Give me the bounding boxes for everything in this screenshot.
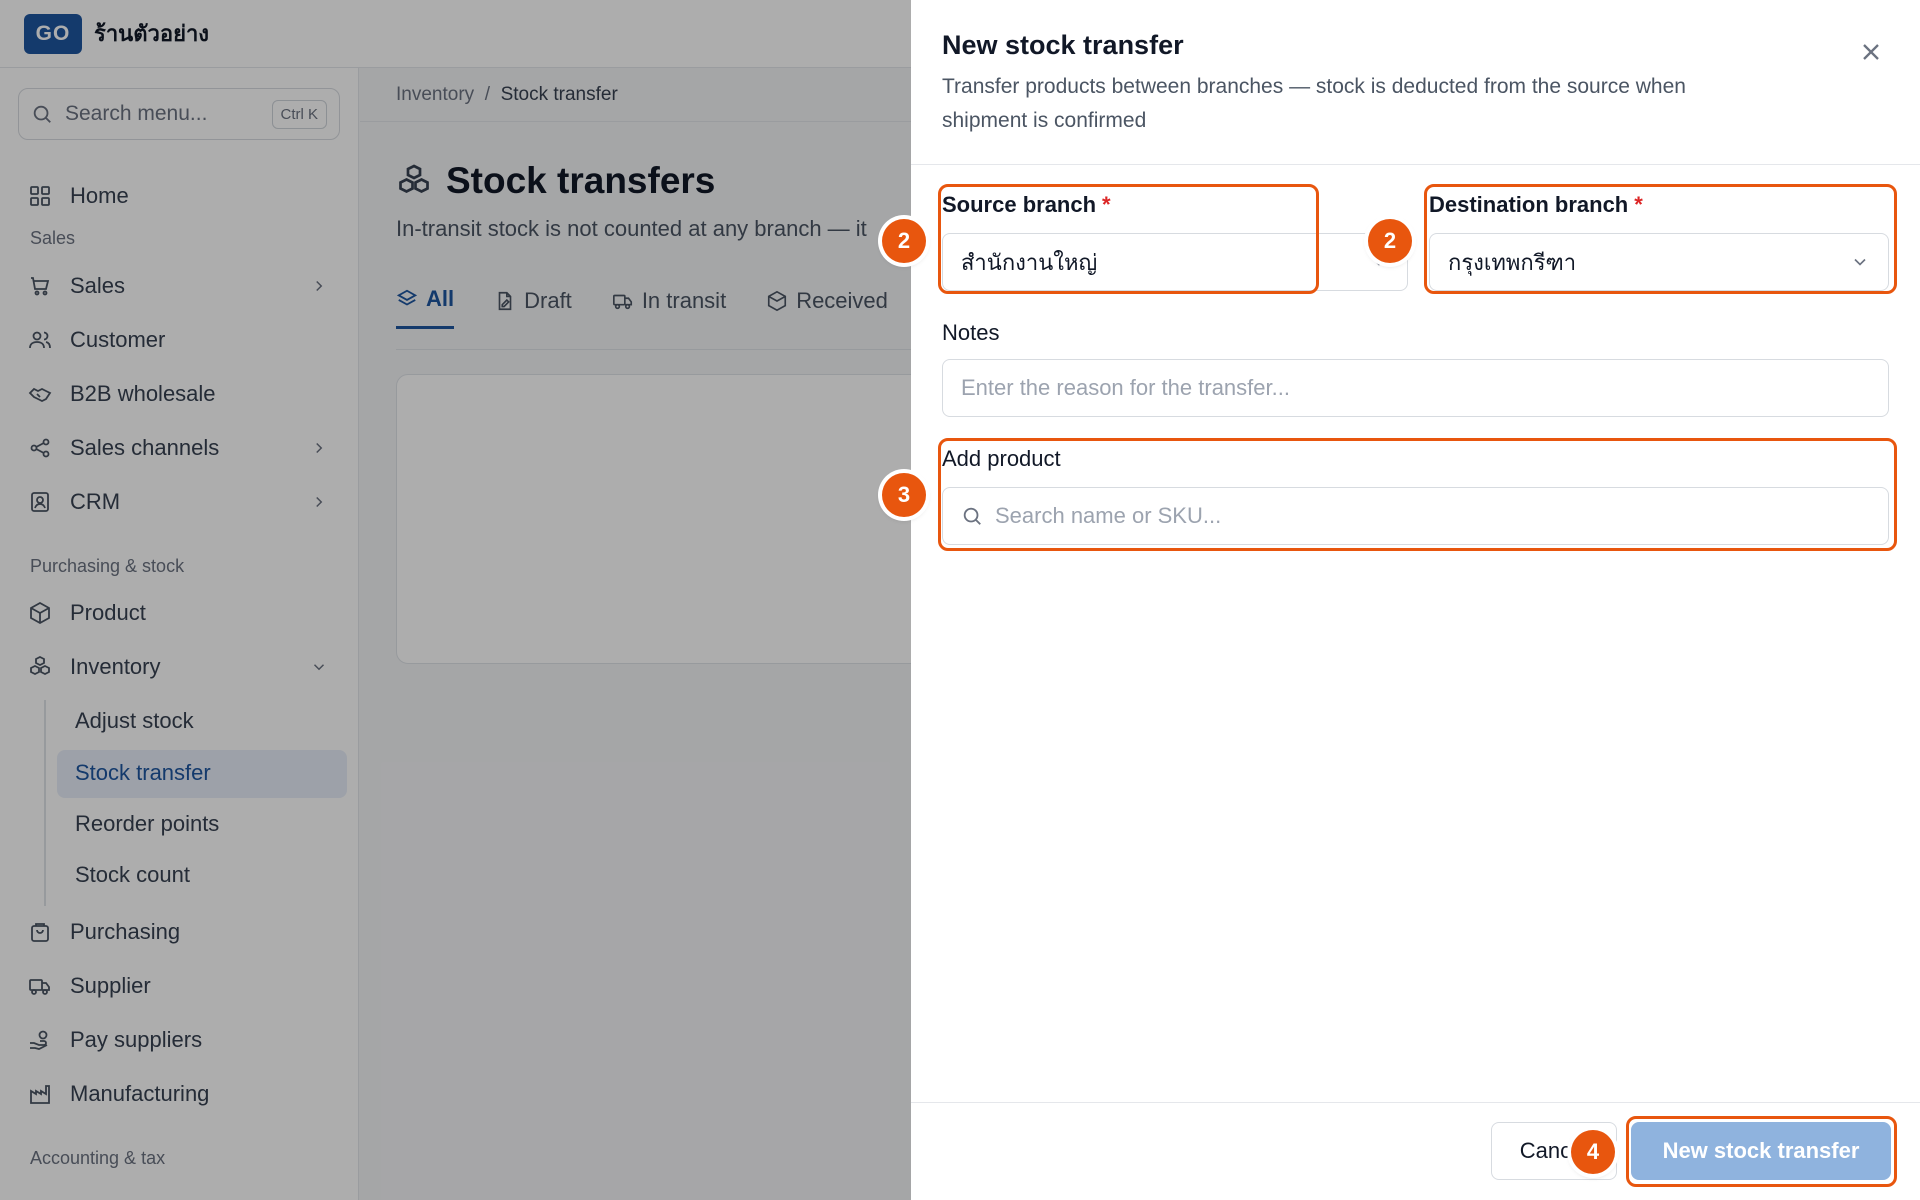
footer-divider [911,1102,1920,1103]
notes-input[interactable]: Enter the reason for the transfer... [942,359,1889,417]
close-icon[interactable] [1857,38,1885,66]
highlight-destination-branch [1424,184,1897,294]
drawer-description: Transfer products between branches — sto… [942,75,1686,132]
step-badge: 4 [1571,1130,1615,1174]
notes-placeholder: Enter the reason for the transfer... [961,375,1290,400]
new-transfer-drawer: New stock transfer Transfer products bet… [911,0,1920,1200]
step-badge: 2 [882,219,926,263]
header-divider [911,164,1920,165]
highlight-source-branch [938,184,1319,294]
notes-label: Notes [942,320,1000,345]
step-badge: 2 [1368,219,1412,263]
drawer-title: New stock transfer [942,30,1184,60]
highlight-add-product [938,438,1897,551]
step-badge: 3 [882,473,926,517]
highlight-submit-button [1626,1116,1897,1187]
